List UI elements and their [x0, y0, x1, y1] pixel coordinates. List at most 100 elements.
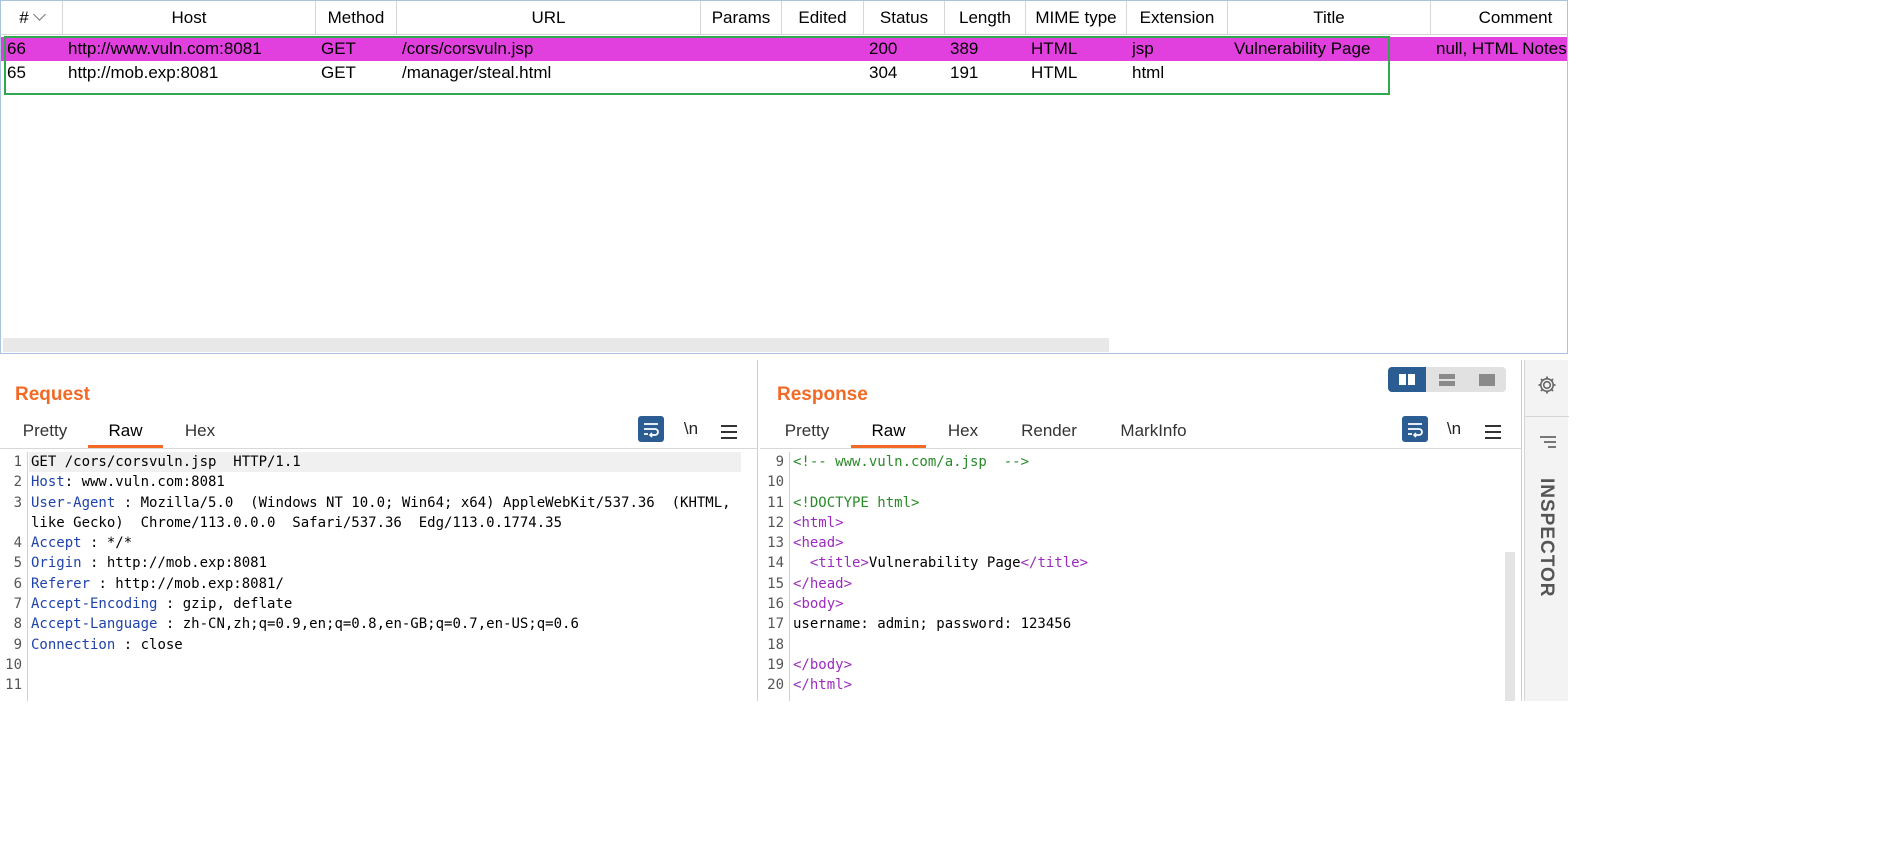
- code-line: 17 username: admin; password: 123456: [762, 614, 1502, 634]
- line-number: 16: [767, 596, 784, 613]
- code-line: 11: [0, 675, 757, 695]
- line-number: 9: [775, 454, 784, 470]
- cell-mime: HTML: [1031, 63, 1078, 82]
- cell-length: 191: [950, 63, 979, 82]
- code-line: 10: [762, 472, 1502, 492]
- http-history-table: # Host Method URL Params Edited Status Length MI…: [0, 0, 1568, 354]
- gear-icon[interactable]: [1536, 374, 1558, 401]
- code-line: 5 Origin : http://mob.exp:8081: [0, 553, 757, 573]
- column-header-label: Extension: [1139, 8, 1215, 27]
- code-line: 4 Accept : */*: [0, 533, 757, 553]
- menu-lines-icon[interactable]: [1538, 434, 1558, 455]
- table-header: # Host Method URL Params Edited Status Length MI…: [1, 1, 1567, 35]
- column-header-label: Title: [1313, 8, 1345, 27]
- tab-render[interactable]: Render: [1009, 418, 1089, 448]
- response-editor[interactable]: 9 <!-- www.vuln.com/a.jsp --> 10 11 <!DOCTYP…: [762, 452, 1502, 696]
- column-header-num[interactable]: #: [1, 1, 63, 35]
- tab-pretty[interactable]: Pretty: [774, 418, 840, 448]
- word-wrap-icon: [1408, 423, 1423, 438]
- cell-url: /manager/steal.html: [402, 63, 552, 82]
- newline-toggle[interactable]: \n: [1443, 416, 1465, 442]
- table-row[interactable]: 65 http://mob.exp:8081 GET/manager/steal.h…: [1, 61, 1567, 85]
- hamburger-icon[interactable]: [721, 421, 737, 447]
- cell-params: [706, 37, 782, 61]
- line-content: username: admin; password: 123456: [793, 614, 1071, 634]
- column-header-label: #: [19, 8, 29, 27]
- tab-pretty[interactable]: Pretty: [14, 418, 76, 448]
- tab-raw[interactable]: Raw: [88, 418, 163, 448]
- code-line: 1 GET /cors/corsvuln.jsp HTTP/1.1: [0, 452, 757, 472]
- line-content: Connection : close: [31, 635, 183, 655]
- line-number: 4: [13, 535, 22, 552]
- line-number: 2: [13, 474, 22, 491]
- cell-edited: [787, 37, 864, 61]
- line-content: User-Agent : Mozilla/5.0 (Windows NT 10.…: [31, 493, 731, 513]
- column-header-host[interactable]: Host: [63, 1, 316, 35]
- column-header-length[interactable]: Length: [945, 1, 1026, 35]
- line-content: Referer : http://mob.exp:8081/: [31, 574, 284, 594]
- tab-raw[interactable]: Raw: [851, 418, 926, 448]
- inspector-sidebar[interactable]: INSPECTOR: [1524, 360, 1569, 701]
- column-header-title[interactable]: Title: [1228, 1, 1431, 35]
- line-content: <!-- www.vuln.com/a.jsp -->: [793, 452, 1029, 472]
- line-content: GET /cors/corsvuln.jsp HTTP/1.1: [31, 452, 301, 472]
- html-tag: </: [793, 677, 810, 694]
- code-line: like Gecko) Chrome/113.0.0.0 Safari/537.…: [0, 513, 757, 533]
- code-line: 14 <title>Vulnerability Page</title>: [762, 553, 1502, 573]
- column-header-ext[interactable]: Extension: [1127, 1, 1228, 35]
- cell-method: GET: [321, 39, 356, 58]
- table-row[interactable]: 66 http://www.vuln.com:8081 GET/cors/corsv…: [1, 37, 1567, 61]
- code-text: : close: [115, 636, 183, 653]
- html-tag: >: [843, 656, 853, 673]
- split-columns-button[interactable]: [1388, 367, 1426, 392]
- html-tag: head: [801, 535, 836, 552]
- tab-hex[interactable]: Hex: [172, 418, 228, 448]
- split-rows-button[interactable]: [1428, 367, 1466, 392]
- column-header-mime[interactable]: MIME type: [1026, 1, 1127, 35]
- code-text: : zh-CN,zh;q=0.9,en;q=0.8,en-GB;q=0.7,en…: [157, 616, 579, 633]
- line-content: Accept-Language : zh-CN,zh;q=0.9,en;q=0.…: [31, 614, 579, 634]
- line-number: 19: [767, 656, 784, 673]
- column-header-status[interactable]: Status: [864, 1, 945, 35]
- line-number: 13: [767, 535, 784, 552]
- html-comment: <!-- www.vuln.com/a.jsp -->: [793, 454, 1030, 470]
- single-pane-icon: [1479, 374, 1495, 386]
- cell-host: http://www.vuln.com:8081: [68, 39, 262, 58]
- html-tag: >: [843, 575, 853, 592]
- request-editor[interactable]: 1 GET /cors/corsvuln.jsp HTTP/1.1 2 Host: w…: [0, 452, 757, 696]
- newline-toggle[interactable]: \n: [680, 416, 702, 442]
- column-header-params[interactable]: Params: [701, 1, 782, 35]
- column-header-url[interactable]: URL: [397, 1, 701, 35]
- horizontal-scrollbar[interactable]: [3, 338, 1109, 352]
- code-text: like Gecko) Chrome/113.0.0.0 Safari/537.…: [31, 514, 563, 531]
- code-line: 20 </html>: [762, 675, 1502, 695]
- header-name: Host: [31, 474, 65, 491]
- html-tag: body: [801, 596, 836, 613]
- tab-markinfo[interactable]: MarkInfo: [1106, 418, 1201, 448]
- word-wrap-button[interactable]: [1402, 416, 1428, 442]
- cell-comment: [1436, 61, 1567, 85]
- column-header-comment[interactable]: Comment: [1431, 1, 1567, 35]
- column-header-method[interactable]: Method: [316, 1, 397, 35]
- code-line: 2 Host: www.vuln.com:8081: [0, 472, 757, 492]
- inspector-label: INSPECTOR: [1536, 478, 1557, 598]
- column-header-label: Comment: [1478, 8, 1553, 27]
- header-name: Referer: [31, 575, 91, 592]
- word-wrap-button[interactable]: [638, 416, 664, 442]
- code-text: : Mozilla/5.0 (Windows NT 10.0; Win64; x…: [115, 494, 731, 511]
- hamburger-icon[interactable]: [1485, 421, 1501, 447]
- request-pane: Request Pretty Raw Hex \n 1 GET /cors/corsv…: [0, 360, 758, 701]
- chevron-down-icon[interactable]: [32, 8, 46, 21]
- code-line: 9 Connection : close: [0, 635, 757, 655]
- cell-title: [1234, 61, 1431, 85]
- line-content: Accept : */*: [31, 533, 132, 553]
- tab-hex[interactable]: Hex: [935, 418, 991, 448]
- single-pane-button[interactable]: [1468, 367, 1506, 392]
- line-number: 18: [767, 636, 784, 653]
- code-line: 19 </body>: [762, 655, 1502, 675]
- line-content: Accept-Encoding : gzip, deflate: [31, 594, 292, 614]
- column-header-label: Params: [711, 8, 771, 27]
- vertical-scrollbar[interactable]: [1505, 552, 1515, 701]
- column-header-label: Method: [327, 8, 385, 27]
- column-header-edited[interactable]: Edited: [782, 1, 864, 35]
